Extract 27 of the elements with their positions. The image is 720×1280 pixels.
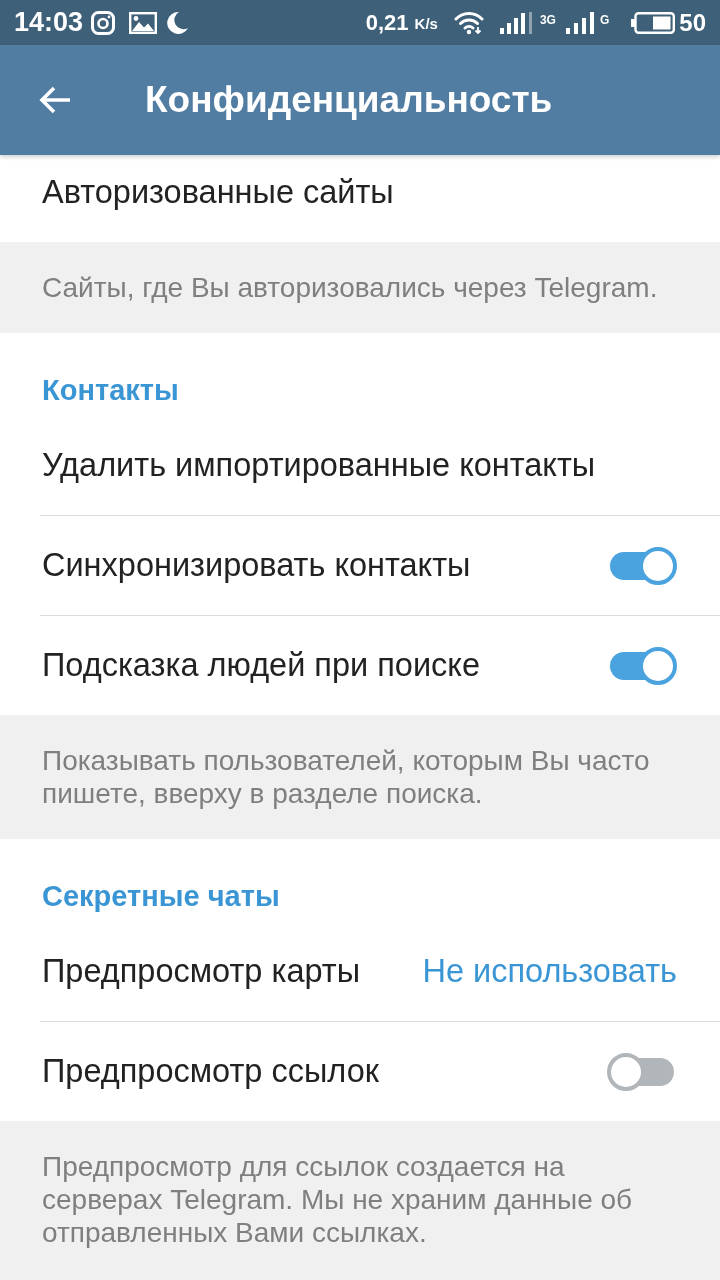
status-time: 14:03 bbox=[14, 7, 84, 38]
network-speed: 0,21 bbox=[365, 9, 409, 36]
section-header: Контакты bbox=[42, 373, 179, 408]
section-hint: Предпросмотр для ссылок создается на серверах Telegram. Мы не храним данные об отправленных Вами ссылках. bbox=[42, 1150, 634, 1249]
back-button[interactable] bbox=[38, 85, 72, 115]
signal-icon bbox=[565, 11, 594, 34]
setting-label: Предпросмотр ссылок bbox=[42, 1053, 379, 1090]
setting-label: Предпросмотр карты bbox=[42, 952, 361, 990]
picture-icon bbox=[129, 11, 158, 34]
section-header: Секретные чаты bbox=[42, 879, 280, 914]
setting-label[interactable]: Удалить импортированные контакты bbox=[42, 446, 596, 484]
wifi-icon bbox=[453, 10, 484, 35]
network-type: 3G bbox=[539, 12, 556, 27]
section-hint: Сайты, где Вы авторизовались через Telegram. bbox=[42, 271, 658, 304]
screen-title: Конфиденциальность bbox=[145, 79, 553, 121]
network-type: G bbox=[599, 12, 610, 27]
setting-label: Синхронизировать контакты bbox=[42, 547, 471, 584]
section-hint: Показывать пользователей, которым Вы часто пишете, вверху в разделе поиска. bbox=[42, 744, 651, 810]
battery-icon bbox=[631, 11, 676, 34]
battery-percent: 50 bbox=[679, 8, 706, 37]
camera-icon bbox=[91, 10, 116, 35]
moon-icon bbox=[165, 10, 190, 35]
back-arrow-icon bbox=[38, 85, 72, 115]
setting-label: Подсказка людей при поиске bbox=[42, 647, 480, 684]
speed-unit: K/s bbox=[414, 14, 438, 32]
signal-icon bbox=[499, 11, 532, 34]
setting-label[interactable]: Авторизованные сайты bbox=[42, 173, 394, 211]
